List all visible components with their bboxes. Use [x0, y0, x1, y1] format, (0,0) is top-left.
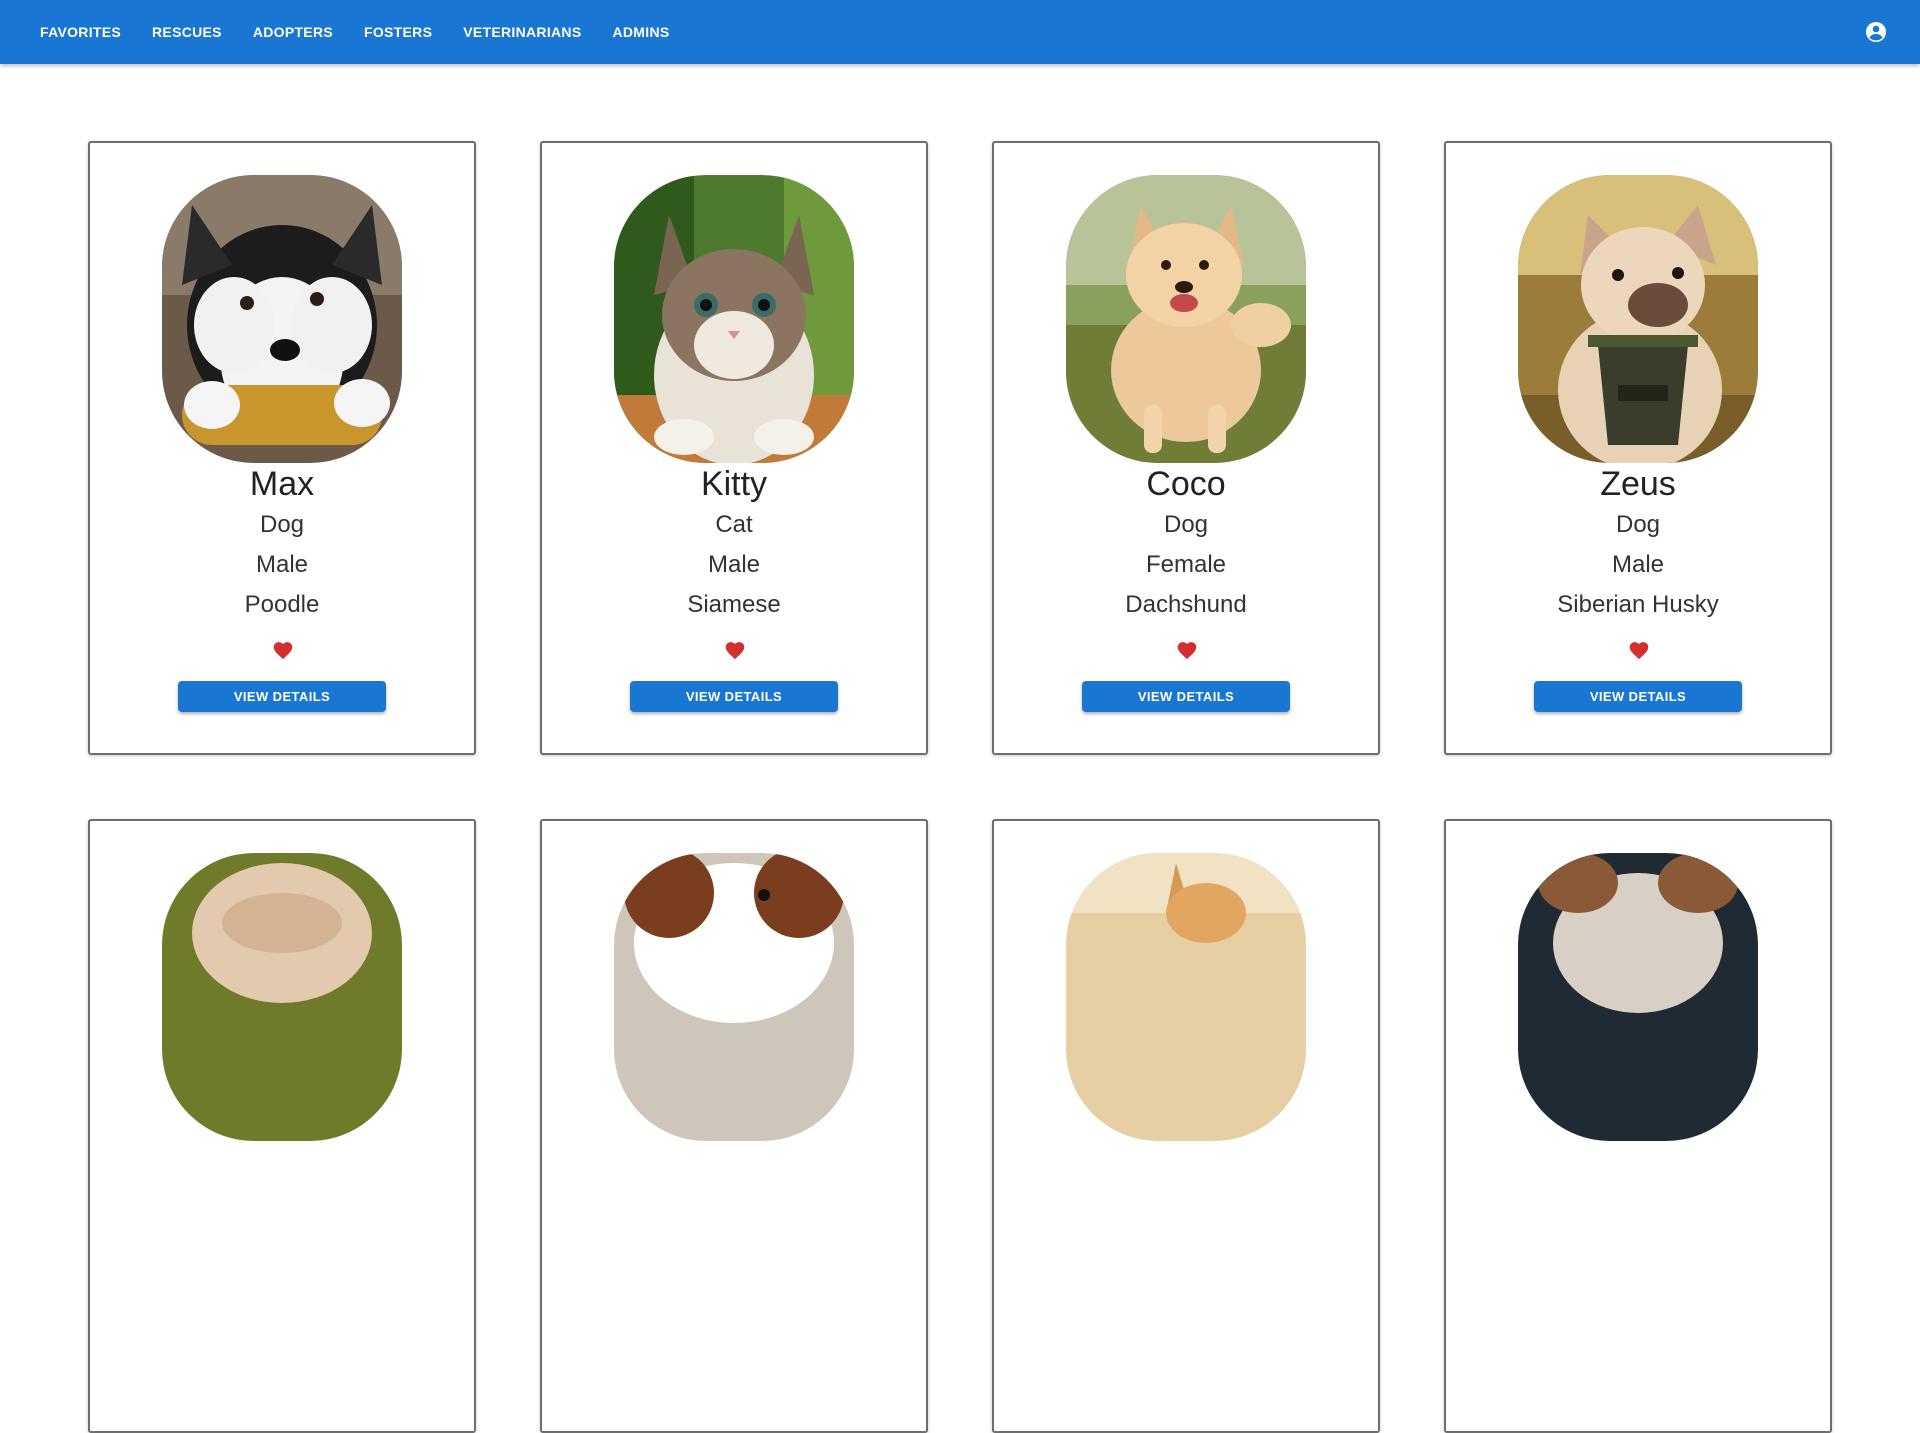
view-details-button[interactable]: VIEW DETAILS	[1534, 681, 1742, 712]
heart-icon[interactable]	[272, 640, 294, 660]
pet-photo	[1066, 175, 1306, 463]
pet-card: Kitty Cat Male Siamese VIEW DETAILS	[540, 141, 928, 755]
pet-name: Zeus	[1600, 465, 1676, 503]
pet-breed: Poodle	[244, 591, 320, 618]
pet-breed: Siamese	[687, 591, 781, 618]
heart-icon[interactable]	[1176, 640, 1198, 660]
pet-photo	[614, 175, 854, 463]
nav-adopters[interactable]: ADOPTERS	[243, 16, 343, 48]
pet-card	[88, 819, 476, 1433]
pet-name: Coco	[1146, 465, 1226, 503]
pet-card-grid: Max Dog Male Poodle VIEW DETAILS Kitty C…	[88, 141, 1832, 1433]
heart-icon[interactable]	[724, 640, 746, 660]
main-nav: FAVORITES RESCUES ADOPTERS FOSTERS VETER…	[30, 16, 691, 48]
pet-species: Cat	[715, 511, 753, 538]
view-details-button[interactable]: VIEW DETAILS	[1082, 681, 1290, 712]
app-bar: FAVORITES RESCUES ADOPTERS FOSTERS VETER…	[0, 0, 1920, 64]
nav-rescues[interactable]: RESCUES	[142, 16, 232, 48]
pet-card: Zeus Dog Male Siberian Husky VIEW DETAIL…	[1444, 141, 1832, 755]
view-details-button[interactable]: VIEW DETAILS	[178, 681, 386, 712]
pet-card	[540, 819, 928, 1433]
pet-photo	[614, 853, 854, 1141]
pet-photo	[1066, 853, 1306, 1141]
pet-card	[1444, 819, 1832, 1433]
pet-card: Coco Dog Female Dachshund VIEW DETAILS	[992, 141, 1380, 755]
account-circle-icon[interactable]	[1864, 20, 1888, 44]
pet-gender: Male	[255, 551, 309, 578]
pet-photo	[162, 175, 402, 463]
pet-card: Max Dog Male Poodle VIEW DETAILS	[88, 141, 476, 755]
pet-breed: Dachshund	[1125, 591, 1247, 618]
pet-gender: Male	[1611, 551, 1665, 578]
pet-breed: Siberian Husky	[1557, 591, 1719, 618]
pet-gender: Male	[707, 551, 761, 578]
pet-photo	[1518, 853, 1758, 1141]
pet-photo	[162, 853, 402, 1141]
nav-favorites[interactable]: FAVORITES	[30, 16, 131, 48]
pet-species: Dog	[1163, 511, 1209, 538]
heart-icon[interactable]	[1628, 640, 1650, 660]
pet-gender: Female	[1145, 551, 1227, 578]
nav-fosters[interactable]: FOSTERS	[354, 16, 442, 48]
pet-name: Max	[249, 465, 315, 503]
pet-name: Kitty	[700, 465, 768, 503]
nav-veterinarians[interactable]: VETERINARIANS	[453, 16, 591, 48]
pet-species: Dog	[1615, 511, 1661, 538]
pet-photo	[1518, 175, 1758, 463]
nav-admins[interactable]: ADMINS	[602, 16, 679, 48]
pet-species: Dog	[259, 511, 305, 538]
pet-card	[992, 819, 1380, 1433]
view-details-button[interactable]: VIEW DETAILS	[630, 681, 838, 712]
